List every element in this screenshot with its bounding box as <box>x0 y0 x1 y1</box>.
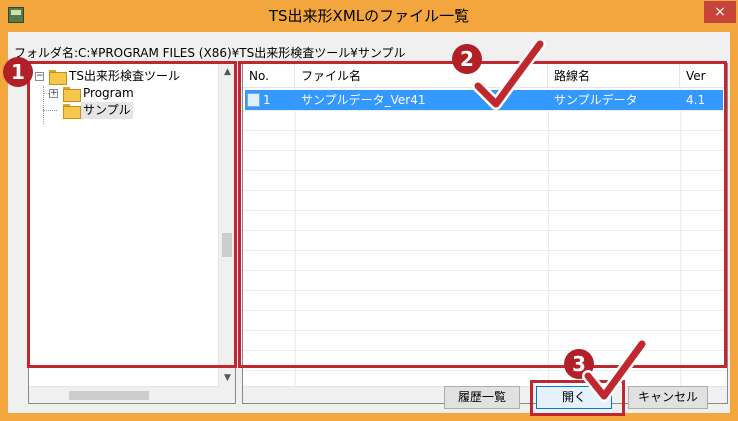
row-divider <box>243 370 727 371</box>
scrollbar-corner <box>218 386 235 403</box>
close-button[interactable]: × <box>704 1 736 23</box>
checkmark-icon <box>472 40 546 110</box>
title-bar: TS出来形XMLのファイル一覧 × <box>0 0 738 32</box>
folder-path-label: フォルダ名:C:¥PROGRAM FILES (X86)¥TS出来形検査ツール¥… <box>14 46 406 60</box>
window-title: TS出来形XMLのファイル一覧 <box>268 7 470 25</box>
checkmark-icon <box>582 340 648 402</box>
highlight-tree <box>27 61 237 368</box>
close-icon: × <box>714 4 726 20</box>
history-list-button[interactable]: 履歴一覧 <box>444 386 520 409</box>
scroll-down-icon[interactable]: ▼ <box>219 370 236 387</box>
scroll-thumb[interactable] <box>69 391 149 400</box>
step-badge-1: 1 <box>3 57 33 87</box>
tree-horizontal-scrollbar[interactable] <box>29 386 219 403</box>
